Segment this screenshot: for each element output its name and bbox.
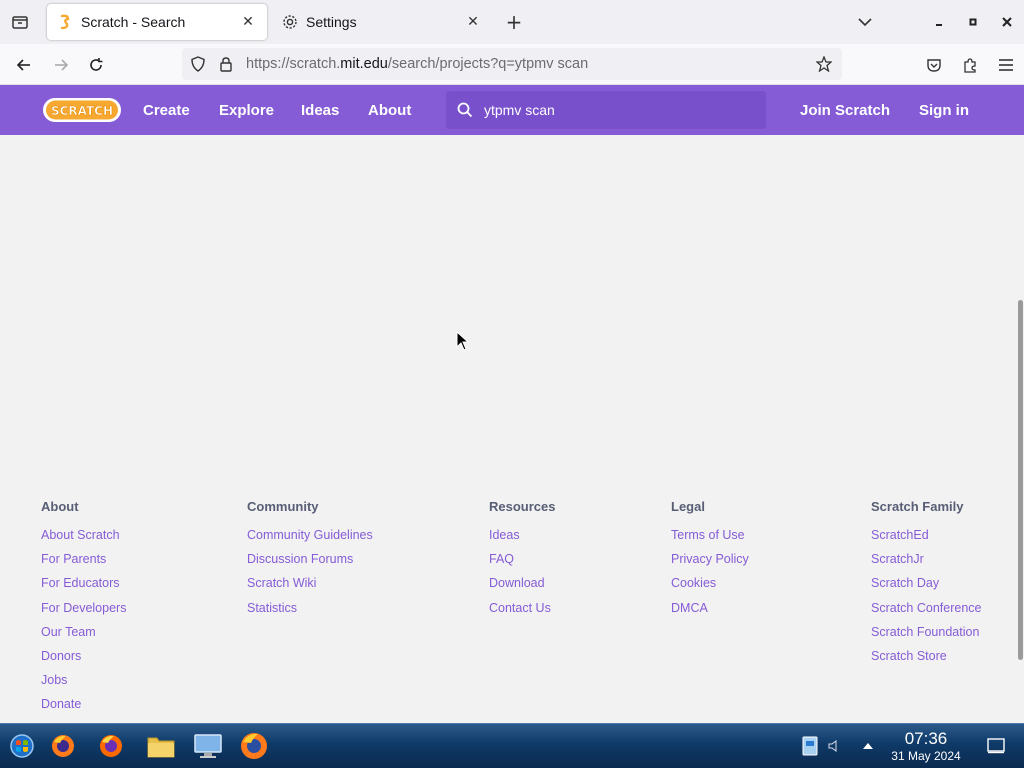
- computer-icon[interactable]: [192, 730, 224, 762]
- navigation-bar: https://scratch.mit.edu/search/projects?…: [0, 44, 1024, 85]
- footer-link[interactable]: DMCA: [671, 601, 749, 625]
- new-tab-button[interactable]: +: [502, 10, 526, 34]
- nav-about-link[interactable]: About: [368, 85, 411, 135]
- footer-heading: Scratch Family: [871, 499, 964, 514]
- footer-link[interactable]: Terms of Use: [671, 528, 749, 552]
- tab-settings[interactable]: Settings ✕: [272, 4, 492, 40]
- footer-link[interactable]: ScratchEd: [871, 528, 981, 552]
- footer-link[interactable]: Jobs: [41, 673, 126, 697]
- back-button[interactable]: [11, 52, 37, 78]
- url-bar[interactable]: https://scratch.mit.edu/search/projects?…: [182, 48, 842, 80]
- footer-link[interactable]: Contact Us: [489, 601, 555, 625]
- footer-link[interactable]: For Parents: [41, 552, 126, 576]
- footer-heading: Legal: [671, 499, 705, 514]
- chevron-down-icon[interactable]: [848, 5, 882, 39]
- close-tab-icon[interactable]: ✕: [464, 13, 482, 31]
- nav-ideas-link[interactable]: Ideas: [301, 85, 339, 135]
- scrollbar-thumb[interactable]: [1018, 300, 1023, 660]
- footer-link[interactable]: For Developers: [41, 601, 126, 625]
- shield-icon[interactable]: [184, 50, 212, 78]
- footer-link[interactable]: Scratch Foundation: [871, 625, 981, 649]
- footer-link[interactable]: Donate: [41, 697, 126, 721]
- footer-link[interactable]: Cookies: [671, 576, 749, 600]
- close-tab-icon[interactable]: ✕: [239, 13, 257, 31]
- footer-heading: About: [41, 499, 79, 514]
- minimize-button[interactable]: [922, 5, 956, 39]
- firefox-icon[interactable]: [95, 730, 127, 762]
- search-box[interactable]: [446, 91, 766, 129]
- nav-explore-link[interactable]: Explore: [219, 85, 274, 135]
- footer-link[interactable]: For Educators: [41, 576, 126, 600]
- footer-link[interactable]: ScratchJr: [871, 552, 981, 576]
- footer-link[interactable]: Scratch Store: [871, 649, 981, 673]
- url-host: mit.edu: [340, 56, 388, 72]
- footer-link[interactable]: Scratch Day: [871, 576, 981, 600]
- clock-time: 07:36: [904, 729, 948, 748]
- extensions-icon[interactable]: [952, 47, 988, 83]
- clock-date: 31 May 2024: [891, 749, 961, 763]
- url-prefix: https://scratch.: [246, 56, 341, 72]
- search-results-area: [0, 135, 1016, 465]
- footer-column-legal: Legal Terms of Use Privacy Policy Cookie…: [671, 499, 749, 625]
- scratch-navbar: SCRATCH Create Explore Ideas About Join …: [0, 85, 1024, 135]
- page-scrollbar[interactable]: [1016, 135, 1024, 723]
- firefox-icon[interactable]: [47, 730, 79, 762]
- footer-column-resources: Resources Ideas FAQ Download Contact Us: [489, 499, 555, 625]
- menu-icon[interactable]: [988, 47, 1024, 83]
- pocket-icon[interactable]: [916, 47, 952, 83]
- footer-column-community: Community Community Guidelines Discussio…: [247, 499, 373, 625]
- footer-link[interactable]: Download: [489, 576, 555, 600]
- taskbar-clock[interactable]: 07:36 31 May 2024: [880, 730, 972, 764]
- tab-title: Settings: [306, 14, 357, 30]
- search-input[interactable]: [484, 102, 744, 118]
- footer-link[interactable]: Discussion Forums: [247, 552, 373, 576]
- footer-link[interactable]: Privacy Policy: [671, 552, 749, 576]
- footer-link[interactable]: Donors: [41, 649, 126, 673]
- tab-list-icon[interactable]: [8, 10, 32, 34]
- footer-link[interactable]: About Scratch: [41, 528, 126, 552]
- bookmark-star-icon[interactable]: [810, 50, 838, 78]
- page-footer: About About Scratch For Parents For Educ…: [0, 465, 1016, 723]
- footer-column-scratch-family: Scratch Family ScratchEd ScratchJr Scrat…: [871, 499, 981, 673]
- scratch-logo[interactable]: SCRATCH: [42, 95, 122, 125]
- footer-link[interactable]: Scratch Wiki: [247, 576, 373, 600]
- footer-link[interactable]: Ideas: [489, 528, 555, 552]
- notifications-icon[interactable]: [980, 730, 1012, 762]
- sign-in-link[interactable]: Sign in: [919, 85, 969, 135]
- footer-link[interactable]: Statistics: [247, 601, 373, 625]
- lock-icon[interactable]: [212, 50, 240, 78]
- volume-icon[interactable]: [818, 730, 850, 762]
- gear-icon: [282, 14, 298, 30]
- tab-scratch-search[interactable]: Scratch - Search ✕: [47, 4, 267, 40]
- tab-strip: Scratch - Search ✕ Settings ✕ +: [0, 0, 1024, 44]
- footer-link[interactable]: Scratch Conference: [871, 601, 981, 625]
- start-menu-icon[interactable]: [6, 730, 38, 762]
- search-icon: [446, 91, 484, 129]
- folder-icon[interactable]: [145, 730, 177, 762]
- mouse-cursor-icon: [456, 331, 470, 351]
- url-text[interactable]: https://scratch.mit.edu/search/projects?…: [246, 56, 810, 72]
- footer-column-about: About About Scratch For Parents For Educ…: [41, 499, 126, 722]
- url-path: /search/projects?q=ytpmv scan: [387, 56, 589, 72]
- footer-link[interactable]: Community Guidelines: [247, 528, 373, 552]
- footer-heading: Community: [247, 499, 319, 514]
- footer-link[interactable]: Our Team: [41, 625, 126, 649]
- forward-button[interactable]: [48, 52, 74, 78]
- scratch-favicon-icon: [57, 14, 73, 30]
- taskbar: 07:36 31 May 2024: [0, 723, 1024, 768]
- footer-link[interactable]: FAQ: [489, 552, 555, 576]
- footer-heading: Resources: [489, 499, 556, 514]
- join-scratch-link[interactable]: Join Scratch: [800, 85, 890, 135]
- maximize-button[interactable]: [956, 5, 990, 39]
- close-window-button[interactable]: [990, 5, 1024, 39]
- browser-window: Scratch - Search ✕ Settings ✕ + https://…: [0, 0, 1024, 723]
- svg-text:SCRATCH: SCRATCH: [51, 104, 113, 118]
- nav-create-link[interactable]: Create: [143, 85, 190, 135]
- reload-button[interactable]: [83, 52, 109, 78]
- tab-title: Scratch - Search: [81, 14, 186, 30]
- firefox-icon[interactable]: [238, 730, 270, 762]
